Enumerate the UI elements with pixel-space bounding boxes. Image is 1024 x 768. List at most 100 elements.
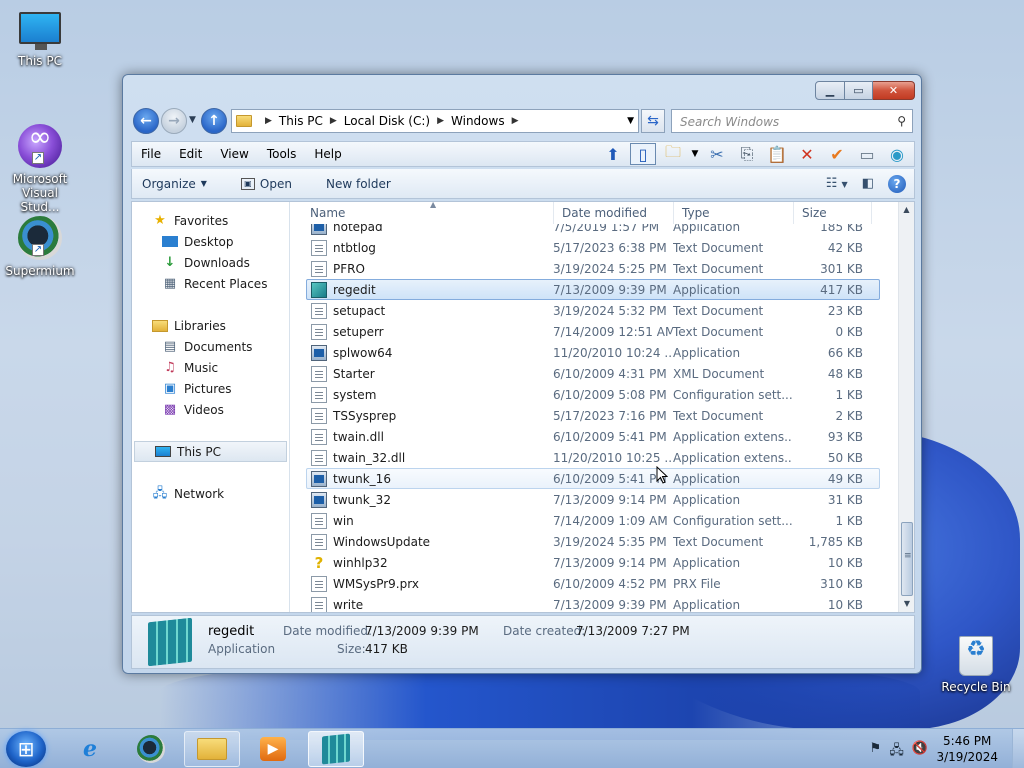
address-dropdown-icon[interactable]: ▼ (627, 116, 634, 126)
menu-edit[interactable]: Edit (170, 147, 211, 161)
file-name-cell: win (307, 512, 553, 529)
nav-favorites[interactable]: ★ Favorites (132, 210, 289, 231)
menu-file[interactable]: File (132, 147, 170, 161)
file-row[interactable]: system 6/10/2009 5:08 PM Configuration set… (306, 384, 880, 405)
check-icon[interactable]: ✔ (824, 143, 850, 165)
close-button[interactable]: ✕ (873, 81, 915, 100)
cut-icon[interactable]: ✂ (704, 143, 730, 165)
nav-recent-places[interactable]: ▦ Recent Places (132, 273, 289, 294)
file-row[interactable]: WindowsUpdate 3/19/2024 5:35 PM Text Docum… (306, 531, 880, 552)
refresh-button[interactable]: ⇆ (641, 109, 665, 133)
file-name: PFRO (333, 261, 365, 276)
regedit-taskbar-button[interactable] (308, 731, 364, 767)
dropdown-icon[interactable]: ▼ (690, 143, 700, 165)
search-input[interactable]: Search Windows ⚲ (671, 109, 913, 133)
file-row[interactable]: write 7/13/2009 9:39 PM Application 10 KB (306, 594, 880, 612)
nav-desktop[interactable]: Desktop (132, 231, 289, 252)
scroll-down-arrow-icon[interactable]: ▼ (899, 596, 915, 612)
file-row[interactable]: Starter 6/10/2009 4:31 PM XML Document 48 K… (306, 363, 880, 384)
nav-documents[interactable]: ▤ Documents (132, 336, 289, 357)
vertical-scrollbar[interactable]: ▲ ▼ (898, 202, 914, 612)
new-folder-button[interactable]: New folder (314, 177, 403, 191)
file-row[interactable]: splwow64 11/20/2010 10:24 ... Application 6… (306, 342, 880, 363)
desktop-icon-this-pc[interactable]: This PC (0, 12, 80, 68)
view-options-icon[interactable]: ☷ ▼ (826, 176, 848, 191)
media-player-icon[interactable]: ▶ (245, 731, 301, 767)
file-row[interactable]: regedit 7/13/2009 9:39 PM Application 417 K… (306, 279, 880, 300)
breadcrumb-separator-icon[interactable]: ▶ (330, 116, 337, 126)
column-date-modified[interactable]: Date modified (554, 202, 674, 224)
up-arrow-icon[interactable]: ⬆ (600, 143, 626, 165)
clock[interactable]: 5:46 PM 3/19/2024 (936, 733, 998, 765)
nav-network[interactable]: 🖧 Network (132, 483, 289, 504)
properties-icon[interactable]: ▭ (854, 143, 880, 165)
breadcrumb-local-disk[interactable]: Local Disk (C:) (344, 114, 430, 128)
file-row[interactable]: PFRO 3/19/2024 5:25 PM Text Document 301 KB (306, 258, 880, 279)
file-row[interactable]: twain_32.dll 11/20/2010 10:25 ... Applicat… (306, 447, 880, 468)
file-row[interactable]: notepad 7/5/2019 1:57 PM Application 185 KB (306, 224, 880, 237)
address-bar[interactable]: ▶ This PC ▶ Local Disk (C:) ▶ Windows ▶ … (231, 109, 639, 133)
breadcrumb-separator-icon[interactable]: ▶ (265, 116, 272, 126)
back-button[interactable]: ← (133, 108, 159, 134)
column-name[interactable]: Name (292, 202, 554, 224)
breadcrumb-separator-icon[interactable]: ▶ (437, 116, 444, 126)
nav-pictures[interactable]: ▣ Pictures (132, 378, 289, 399)
nav-music[interactable]: ♫ Music (132, 357, 289, 378)
file-type: Configuration sett... (673, 513, 793, 528)
menu-help[interactable]: Help (305, 147, 350, 161)
copy-icon[interactable]: ⎘ (734, 143, 760, 165)
volume-muted-icon[interactable]: 🔇 (912, 741, 928, 763)
file-date: 6/10/2009 5:41 PM (553, 429, 667, 444)
breadcrumb-windows[interactable]: Windows (451, 114, 505, 128)
column-type[interactable]: Type (674, 202, 794, 224)
globe-icon[interactable]: ◉ (884, 143, 910, 165)
organize-button[interactable]: Organize ▼ (132, 177, 219, 191)
open-button[interactable]: ▣ Open (229, 177, 304, 191)
desktop-icon-supermium[interactable]: ↗ Supermium (0, 216, 80, 278)
recent-pages-dropdown[interactable]: ▼ (189, 115, 196, 125)
nav-this-pc[interactable]: This PC (134, 441, 287, 462)
start-button[interactable] (6, 731, 46, 767)
maximize-button[interactable]: ▭ (845, 81, 873, 100)
explorer-taskbar-button[interactable] (184, 731, 240, 767)
file-row[interactable]: twain.dll 6/10/2009 5:41 PM Application ex… (306, 426, 880, 447)
network-tray-icon[interactable]: 🖧 (889, 741, 904, 763)
desktop-icon-recycle-bin[interactable]: Recycle Bin (936, 636, 1016, 694)
menu-tools[interactable]: Tools (258, 147, 306, 161)
supermium-taskbar-icon[interactable] (123, 731, 179, 767)
nav-videos[interactable]: ▩ Videos (132, 399, 289, 420)
nav-libraries[interactable]: Libraries (132, 315, 289, 336)
folder-options-icon[interactable]: 🗀 (660, 142, 686, 165)
nav-label: Libraries (174, 318, 226, 333)
nav-downloads[interactable]: ↓ Downloads (132, 252, 289, 273)
preview-pane-icon[interactable]: ◧ (862, 176, 874, 191)
help-icon[interactable]: ? (888, 174, 906, 193)
menu-view[interactable]: View (211, 147, 257, 161)
up-button[interactable]: ↑ (201, 108, 227, 134)
file-row[interactable]: twunk_16 6/10/2009 5:41 PM Application 49 K… (306, 468, 880, 489)
file-row[interactable]: ntbtlog 5/17/2023 6:38 PM Text Document 42 … (306, 237, 880, 258)
file-row[interactable]: win 7/14/2009 1:09 AM Configuration sett..… (306, 510, 880, 531)
internet-explorer-icon[interactable]: ℯ (62, 731, 118, 767)
forward-button[interactable]: → (161, 108, 187, 134)
file-row[interactable]: setupact 3/19/2024 5:32 PM Text Document 23… (306, 300, 880, 321)
action-center-flag-icon[interactable]: ⚑ (870, 741, 882, 763)
new-folder-label: New folder (325, 176, 391, 191)
scroll-up-arrow-icon[interactable]: ▲ (899, 202, 914, 218)
search-icon[interactable]: ⚲ (897, 114, 906, 128)
panes-icon[interactable]: ▯ (630, 143, 656, 165)
desktop-icon-visual-studio[interactable]: ↗ Microsoft Visual Stud... (0, 124, 80, 214)
column-size[interactable]: Size (794, 202, 872, 224)
file-row[interactable]: setuperr 7/14/2009 12:51 AM Text Document 0… (306, 321, 880, 342)
paste-icon[interactable]: 📋 (764, 143, 790, 165)
file-row[interactable]: ? winhlp32 7/13/2009 9:14 PM Application 10 … (306, 552, 880, 573)
file-row[interactable]: TSSysprep 5/17/2023 7:16 PM Text Document 2… (306, 405, 880, 426)
file-row[interactable]: WMSysPr9.prx 6/10/2009 4:52 PM PRX File 310… (306, 573, 880, 594)
breadcrumb-separator-icon[interactable]: ▶ (512, 116, 519, 126)
breadcrumb-this-pc[interactable]: This PC (279, 114, 323, 128)
file-row[interactable]: twunk_32 7/13/2009 9:14 PM Application 31 K… (306, 489, 880, 510)
show-desktop-button[interactable] (1012, 729, 1024, 768)
scroll-thumb[interactable] (901, 522, 913, 596)
delete-icon[interactable]: ✕ (794, 143, 820, 165)
minimize-button[interactable]: ▁ (815, 81, 845, 100)
